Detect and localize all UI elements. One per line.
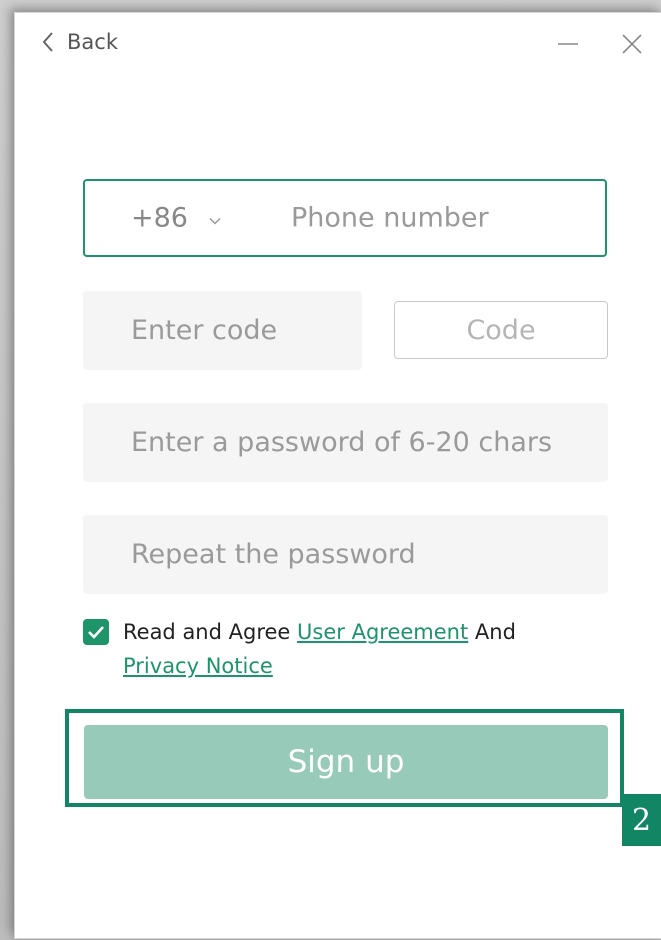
callout-badge-number: 2 [632, 802, 652, 838]
agreement-conjunction: And [474, 620, 516, 644]
password-placeholder: Enter a password of 6-20 chars [131, 427, 553, 458]
repeat-password-field[interactable]: Repeat the password [83, 515, 608, 594]
user-agreement-link[interactable]: User Agreement [297, 620, 468, 644]
agreement-row: Read and Agree User Agreement And Privacy… [83, 615, 603, 683]
checkmark-icon [88, 626, 104, 639]
signup-window: Back +86 Phone number Enter code Code En… [14, 12, 661, 939]
get-code-button[interactable]: Code [394, 301, 608, 359]
country-code-value: +86 [131, 202, 188, 234]
country-code-select[interactable]: +86 [131, 203, 222, 234]
verification-code-placeholder: Enter code [131, 315, 278, 346]
privacy-notice-link[interactable]: Privacy Notice [123, 654, 273, 678]
agreement-prefix: Read and Agree [123, 620, 291, 644]
callout-badge: 2 [622, 794, 661, 846]
repeat-password-placeholder: Repeat the password [131, 539, 416, 570]
phone-number-placeholder: Phone number [291, 202, 489, 234]
screenshot-stage: Back +86 Phone number Enter code Code En… [0, 0, 661, 940]
agreement-checkbox[interactable] [83, 619, 109, 645]
back-button[interactable]: Back [41, 30, 118, 54]
agreement-text: Read and Agree User Agreement And Privacy… [83, 615, 603, 683]
chevron-down-icon [208, 203, 222, 234]
sign-up-label: Sign up [287, 744, 405, 780]
phone-number-field[interactable]: +86 Phone number [83, 179, 607, 257]
back-label: Back [67, 30, 118, 54]
get-code-label: Code [466, 314, 536, 346]
password-field[interactable]: Enter a password of 6-20 chars [83, 403, 608, 482]
close-icon[interactable] [619, 31, 645, 57]
titlebar: Back [15, 13, 661, 77]
verification-code-field[interactable]: Enter code [83, 291, 362, 370]
sign-up-button[interactable]: Sign up [84, 725, 608, 799]
chevron-left-icon [41, 31, 55, 53]
minimize-icon[interactable] [555, 31, 581, 57]
